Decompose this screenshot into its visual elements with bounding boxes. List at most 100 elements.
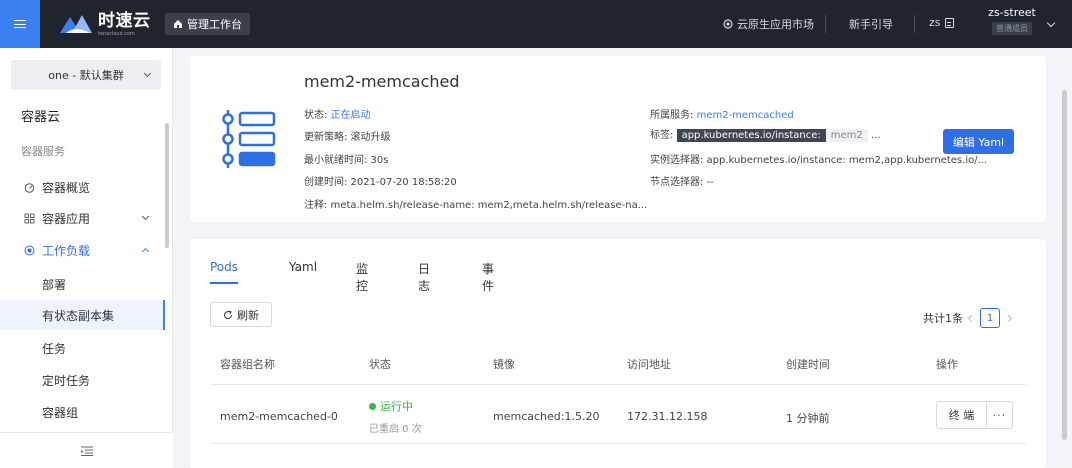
- user-role-badge: 普通成员: [992, 22, 1032, 35]
- restart-count: 已重启 0 次: [369, 424, 422, 435]
- workspace-switch[interactable]: zs: [929, 16, 954, 29]
- column-header-created: 创建时间: [786, 358, 830, 371]
- logo[interactable]: 时速云 tenxcloud.com: [56, 9, 151, 41]
- chevron-down-icon: [143, 69, 152, 78]
- tab-yaml[interactable]: Yaml: [289, 260, 317, 274]
- tag-key: app.kubernetes.io/instance:: [676, 129, 826, 142]
- tag-value: mem2: [825, 129, 868, 142]
- sidebar-subitem-statefulset[interactable]: 有状态副本集: [0, 300, 165, 330]
- logo-domain: tenxcloud.com: [98, 31, 135, 37]
- pod-created: 1 分钟前: [786, 412, 830, 425]
- tab-events[interactable]: 事件: [482, 260, 494, 294]
- column-header-address: 访问地址: [627, 358, 671, 371]
- page-number[interactable]: 1: [980, 308, 1000, 328]
- workspace-label: zs: [929, 16, 941, 29]
- sidebar-item-overview[interactable]: 容器概览: [0, 174, 165, 200]
- sidebar-group-label: 容器服务: [21, 145, 65, 158]
- document-icon: [944, 17, 954, 28]
- sidebar-item-label: 容器应用: [42, 211, 91, 226]
- collapse-sidebar-icon[interactable]: [81, 446, 93, 456]
- refresh-button[interactable]: 刷新: [210, 302, 272, 327]
- app-market-label: 云原生应用市场: [737, 18, 814, 31]
- pagination: 共计1条 1: [923, 308, 1013, 328]
- cluster-select-value: one - 默认集群: [48, 69, 124, 82]
- divider: [825, 15, 826, 33]
- chevron-left-icon[interactable]: [967, 314, 976, 322]
- workload-icon: [24, 245, 35, 255]
- refresh-label: 刷新: [237, 308, 259, 322]
- sidebar-item-label: 容器概览: [42, 180, 91, 195]
- annotation: 注释: meta.helm.sh/release-name: mem2,meta…: [304, 200, 648, 211]
- terminal-button[interactable]: 终 端: [937, 402, 987, 428]
- sidebar-item-workload[interactable]: 工作负载: [0, 237, 165, 263]
- tab-logs[interactable]: 日志: [418, 260, 430, 294]
- statefulset-icon: [222, 110, 276, 168]
- main-scrollbar[interactable]: [1062, 90, 1067, 440]
- cluster-select[interactable]: one - 默认集群: [11, 60, 161, 90]
- divider: [210, 443, 1026, 444]
- pod-status: 运行中: [369, 398, 413, 414]
- workbench-button[interactable]: 管理工作台: [165, 13, 250, 35]
- sidebar-subitem-job[interactable]: 任务: [0, 333, 165, 363]
- instance-selector: 实例选择器: app.kubernetes.io/instance: mem2,…: [650, 155, 988, 166]
- sidebar-item-apps[interactable]: 容器应用: [0, 205, 165, 231]
- service-link[interactable]: mem2-memcached: [697, 110, 794, 121]
- statefulset-name: mem2-memcached: [304, 72, 460, 91]
- min-ready-time: 最小就绪时间: 30s: [304, 155, 389, 166]
- status-value: 正在启动: [330, 110, 371, 121]
- market-icon: [723, 19, 733, 29]
- pod-status-text: 运行中: [380, 400, 413, 413]
- tags-row: 标签: app.kubernetes.io/instance: mem2 ...: [650, 126, 881, 142]
- dashboard-icon: [24, 182, 35, 193]
- update-strategy: 更新策略: 滚动升级: [304, 132, 391, 143]
- sidebar-footer: [0, 432, 173, 468]
- pods-card: Pods Yaml 监控 日志 事件 刷新 共计1条 1 容器组名称 状态 镜像…: [190, 239, 1046, 468]
- more-actions-button[interactable]: ···: [987, 402, 1012, 428]
- app-market-link[interactable]: 云原生应用市场: [723, 16, 814, 32]
- column-header-status: 状态: [369, 358, 391, 371]
- workbench-label: 管理工作台: [187, 18, 242, 31]
- tenxcloud-logo-icon: [60, 15, 92, 33]
- column-header-name: 容器组名称: [220, 358, 275, 371]
- chevron-up-icon: [141, 247, 150, 256]
- pod-address: 172.31.12.158: [627, 410, 708, 423]
- sidebar-subitem-pods[interactable]: 容器组: [0, 397, 165, 427]
- sidebar-scrollbar[interactable]: [165, 123, 169, 248]
- status-row: 状态: 正在启动: [304, 106, 371, 121]
- total-count: 共计1条: [923, 312, 963, 325]
- sidebar-subitem-deployment[interactable]: 部署: [0, 269, 165, 299]
- user-name: zs-street: [988, 6, 1036, 19]
- chevron-down-icon: [141, 212, 150, 221]
- sidebar: one - 默认集群 容器云 容器服务 容器概览 容器应用 工作负载 部署 有状…: [0, 48, 173, 468]
- home-icon: [174, 20, 182, 28]
- service-row: 所属服务: mem2-memcached: [650, 106, 794, 121]
- tags-label: 标签:: [650, 130, 674, 141]
- sidebar-title: 容器云: [21, 110, 61, 125]
- created-time: 创建时间: 2021-07-20 18:58:20: [304, 177, 457, 188]
- node-selector: 节点选择器: --: [650, 177, 714, 188]
- service-label: 所属服务:: [650, 110, 694, 121]
- divider: [210, 384, 1026, 385]
- chevron-right-icon[interactable]: [1004, 314, 1013, 322]
- column-header-actions: 操作: [936, 358, 958, 371]
- top-navbar: 时速云 tenxcloud.com 管理工作台 云原生应用市场 新手引导 zs …: [0, 0, 1072, 48]
- refresh-icon: [224, 310, 233, 319]
- beginner-guide-link[interactable]: 新手引导: [849, 16, 893, 32]
- divider: [914, 15, 915, 33]
- chevron-down-icon[interactable]: [1046, 18, 1056, 28]
- user-menu[interactable]: zs-street 普通成员: [984, 6, 1040, 35]
- pod-image: memcached:1.5.20: [493, 410, 600, 423]
- sidebar-item-label: 工作负载: [42, 243, 91, 258]
- sidebar-subitem-cronjob[interactable]: 定时任务: [0, 365, 165, 395]
- tab-pods[interactable]: Pods: [210, 260, 239, 284]
- tag-more[interactable]: ...: [871, 130, 881, 141]
- menu-icon[interactable]: [0, 0, 40, 48]
- tab-monitor[interactable]: 监控: [356, 260, 368, 294]
- column-header-image: 镜像: [493, 358, 515, 371]
- running-status-dot: [369, 403, 376, 410]
- pod-name-link[interactable]: mem2-memcached-0: [220, 410, 338, 423]
- edit-yaml-button[interactable]: 编辑 Yaml: [943, 129, 1014, 154]
- apps-grid-icon: [24, 213, 35, 223]
- statefulset-detail-card: mem2-memcached 状态: 正在启动 更新策略: 滚动升级 最小就绪时…: [190, 56, 1046, 222]
- status-label: 状态:: [304, 110, 328, 121]
